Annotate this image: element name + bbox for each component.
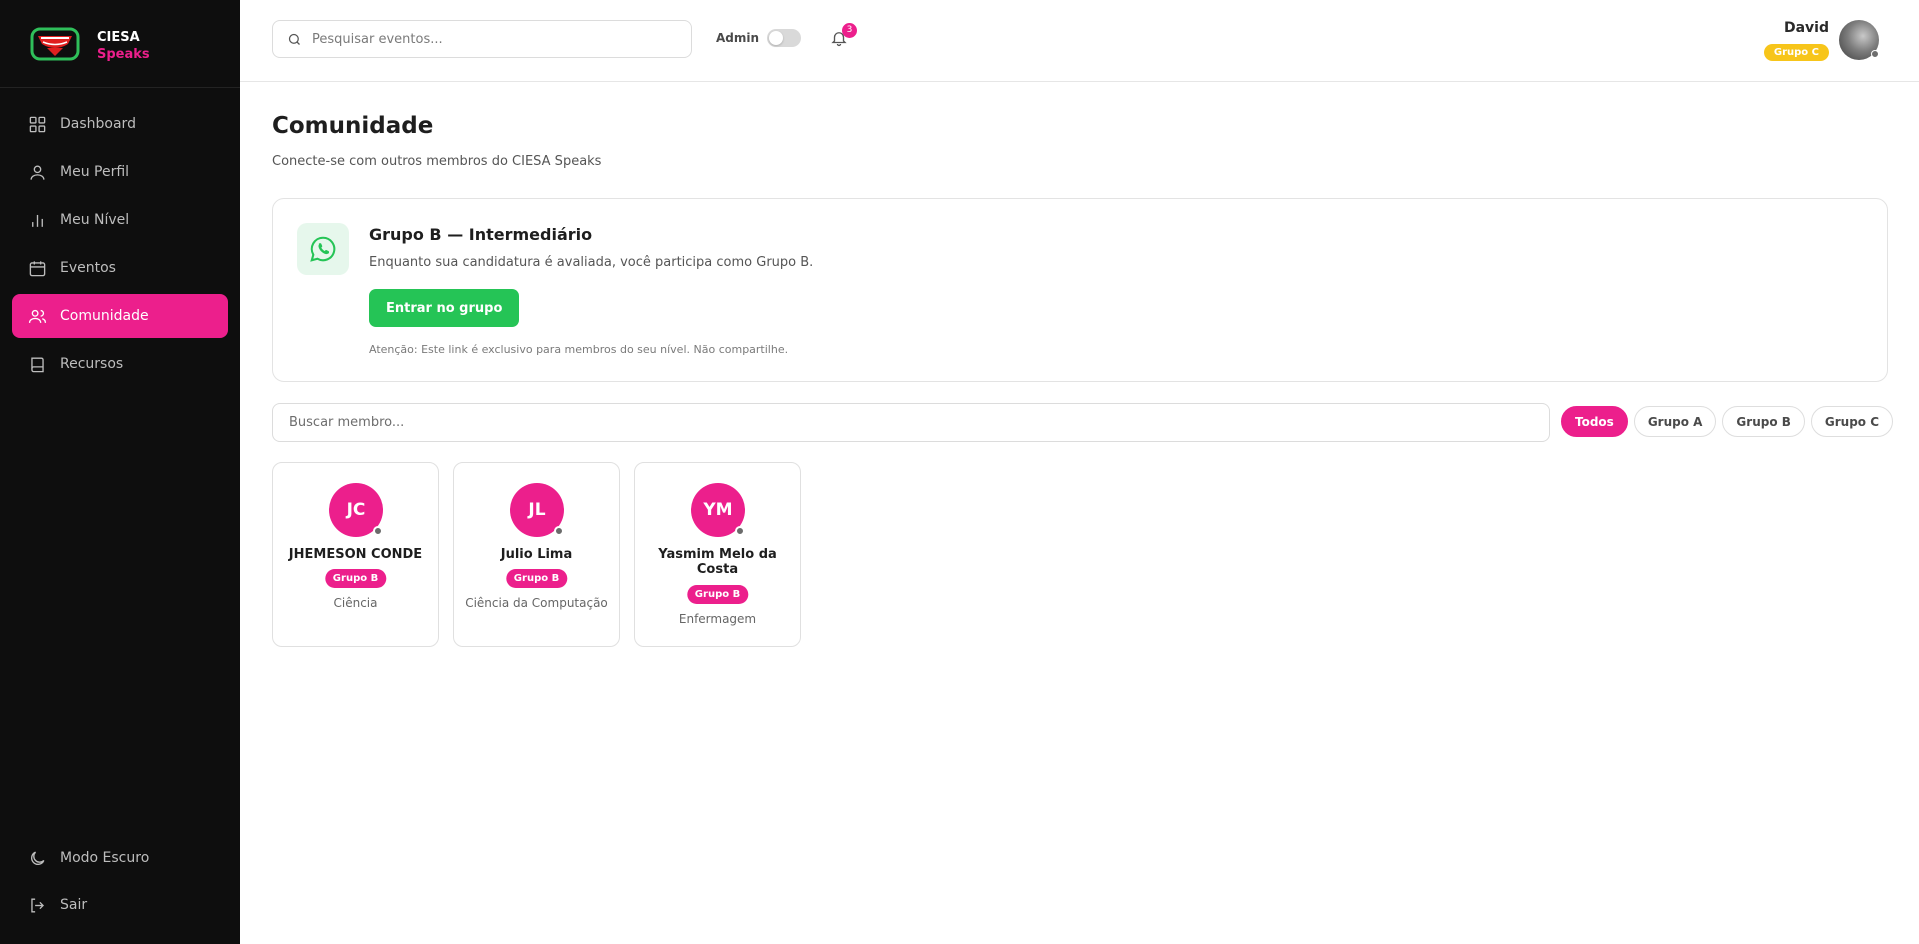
search-icon <box>288 33 300 45</box>
dark-mode-label: Modo Escuro <box>60 850 150 866</box>
avatar[interactable] <box>1839 20 1879 60</box>
sidebar: CIESA Speaks Dashboard Meu Perfil Meu Ní… <box>0 0 240 944</box>
event-search-input[interactable] <box>312 31 672 47</box>
member-initials: JL <box>528 500 546 520</box>
sidebar-divider <box>0 87 240 88</box>
whatsapp-icon <box>297 223 349 275</box>
member-name: Yasmim Melo da Costa <box>658 547 777 577</box>
member-group-badge: Grupo B <box>505 569 568 588</box>
bar-chart-icon <box>32 214 43 227</box>
member-name: JHEMESON CONDE <box>288 547 423 562</box>
sidebar-bottom: Modo Escuro Sair <box>12 838 228 932</box>
member-avatar: JC <box>329 483 383 537</box>
member-name: Julio Lima <box>500 547 573 562</box>
join-group-button[interactable]: Entrar no grupo <box>369 289 520 327</box>
sidebar-item-label: Meu Nível <box>60 212 130 228</box>
filter-grupo-b[interactable]: Grupo B <box>1722 406 1805 437</box>
users-icon <box>28 309 47 323</box>
sidebar-item-meu-nivel[interactable]: Meu Nível <box>12 198 228 242</box>
main-content: Comunidade Conecte-se com outros membros… <box>240 83 1919 944</box>
member-course: Ciência <box>333 596 378 610</box>
ciesa-logo-icon <box>30 27 80 61</box>
sidebar-item-label: Eventos <box>60 260 116 276</box>
logout-label: Sair <box>60 897 88 913</box>
whatsapp-group-title: Grupo B — Intermediário <box>369 225 593 244</box>
filter-grupo-a[interactable]: Grupo A <box>1633 406 1717 437</box>
logout-button[interactable]: Sair <box>12 885 228 925</box>
member-avatar: JL <box>510 483 564 537</box>
calendar-icon <box>29 260 46 276</box>
whatsapp-group-note: Atenção: Este link é exclusivo para memb… <box>369 343 789 356</box>
user-name: David <box>1783 19 1829 36</box>
user-info: David Grupo C <box>1763 19 1829 61</box>
user-group-badge: Grupo C <box>1763 43 1829 61</box>
sidebar-item-label: Recursos <box>60 356 124 372</box>
member-group-badge: Grupo B <box>324 569 387 588</box>
brand-name: CIESA Speaks <box>97 29 150 63</box>
member-avatar: YM <box>691 483 745 537</box>
sidebar-item-recursos[interactable]: Recursos <box>12 342 228 386</box>
member-list: JC JHEMESON CONDE Grupo B Ciência JL Jul… <box>272 462 815 647</box>
whatsapp-group-description: Enquanto sua candidatura é avaliada, voc… <box>369 255 814 270</box>
sidebar-item-meu-perfil[interactable]: Meu Perfil <box>12 150 228 194</box>
member-card[interactable]: JL Julio Lima Grupo B Ciência da Computa… <box>453 462 620 647</box>
brand-line2: Speaks <box>97 47 150 62</box>
notification-count-badge: 3 <box>842 23 857 38</box>
status-dot <box>1871 50 1879 58</box>
status-dot <box>373 526 383 536</box>
event-search <box>272 20 692 58</box>
sidebar-item-dashboard[interactable]: Dashboard <box>12 102 228 146</box>
admin-toggle-group: Admin <box>716 29 802 47</box>
member-course: Ciência da Computação <box>465 596 608 610</box>
admin-label: Admin <box>716 31 760 45</box>
member-search <box>272 403 1550 442</box>
topbar: Admin 3 David Grupo C <box>240 0 1919 82</box>
page-subtitle: Conecte-se com outros membros do CIESA S… <box>272 154 602 169</box>
filter-grupo-c[interactable]: Grupo C <box>1810 406 1894 437</box>
admin-toggle[interactable] <box>767 29 802 47</box>
whatsapp-group-card: Grupo B — Intermediário Enquanto sua can… <box>272 198 1888 382</box>
sidebar-nav: Dashboard Meu Perfil Meu Nível Eventos C… <box>12 102 228 390</box>
member-initials: YM <box>703 500 733 520</box>
filter-todos[interactable]: Todos <box>1561 406 1628 437</box>
sidebar-item-label: Meu Perfil <box>60 164 130 180</box>
member-course: Enfermagem <box>678 612 757 626</box>
sidebar-item-comunidade[interactable]: Comunidade <box>12 294 228 338</box>
member-card[interactable]: YM Yasmim Melo da Costa Grupo B Enfermag… <box>634 462 801 647</box>
status-dot <box>735 526 745 536</box>
member-group-badge: Grupo B <box>686 585 749 604</box>
page-title: Comunidade <box>272 113 434 139</box>
member-search-input[interactable] <box>289 415 1529 430</box>
sidebar-item-label: Comunidade <box>60 308 149 324</box>
brand[interactable]: CIESA Speaks <box>30 26 210 66</box>
logout-icon <box>31 897 44 913</box>
notifications-button[interactable]: 3 <box>830 23 857 50</box>
brand-line1: CIESA <box>97 30 140 45</box>
dark-mode-button[interactable]: Modo Escuro <box>12 838 228 878</box>
moon-icon <box>31 851 45 865</box>
member-card[interactable]: JC JHEMESON CONDE Grupo B Ciência <box>272 462 439 647</box>
sidebar-item-eventos[interactable]: Eventos <box>12 246 228 290</box>
book-icon <box>31 356 44 372</box>
grid-icon <box>29 116 46 132</box>
sidebar-item-label: Dashboard <box>60 116 136 132</box>
member-initials: JC <box>346 500 366 520</box>
user-icon <box>30 164 45 180</box>
toggle-knob <box>769 31 784 45</box>
group-filters: Todos Grupo A Grupo B Grupo C <box>1561 406 1899 437</box>
user-menu[interactable]: David Grupo C <box>1763 18 1879 62</box>
status-dot <box>554 526 564 536</box>
